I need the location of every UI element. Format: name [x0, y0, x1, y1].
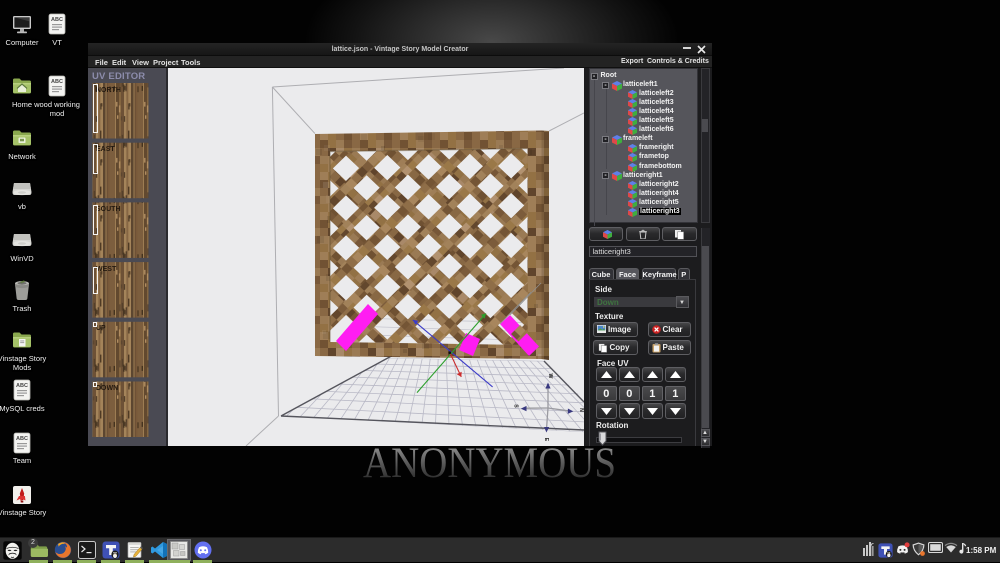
svg-text:ANONYMOUS: ANONYMOUS: [363, 440, 616, 487]
svg-text:ABC: ABC: [16, 436, 28, 442]
svg-text:ABC: ABC: [51, 79, 63, 85]
svg-text:W: W: [547, 374, 553, 379]
svg-text:ABC: ABC: [51, 17, 63, 23]
svg-text:N: N: [578, 408, 584, 412]
svg-text:S: S: [513, 404, 519, 408]
svg-text:E: E: [543, 438, 549, 442]
svg-text:ABC: ABC: [16, 383, 28, 389]
